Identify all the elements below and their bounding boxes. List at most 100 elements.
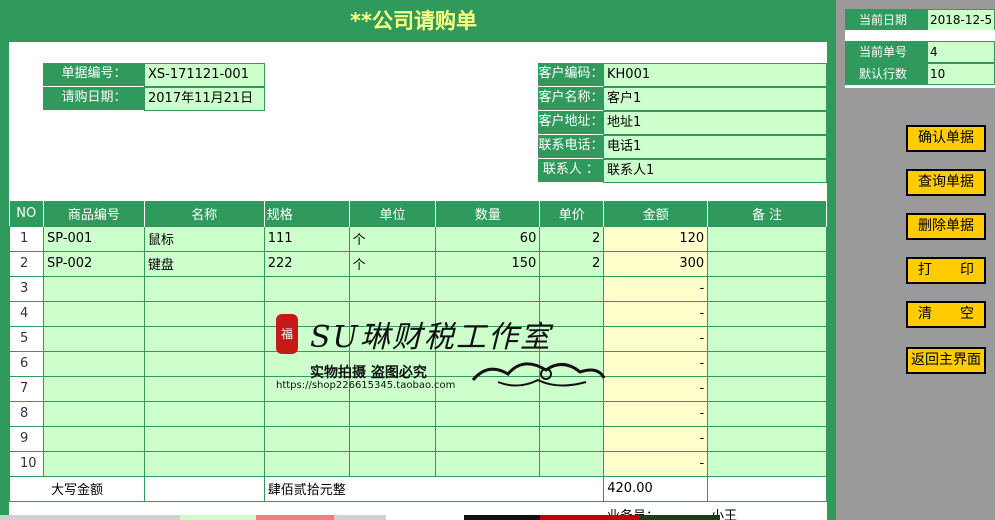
item-name-cell[interactable] bbox=[143, 375, 265, 402]
sheet-tab[interactable] bbox=[180, 515, 256, 520]
item-price-cell[interactable] bbox=[539, 425, 605, 452]
item-unit-cell[interactable] bbox=[348, 450, 437, 477]
item-code-cell[interactable] bbox=[42, 325, 145, 352]
item-spec-cell[interactable] bbox=[263, 275, 350, 302]
item-name-cell[interactable] bbox=[143, 300, 265, 327]
item-price-cell[interactable] bbox=[539, 450, 605, 477]
item-unit-cell[interactable]: 个 bbox=[348, 225, 437, 252]
back-to-main-button[interactable]: 返回主界面 bbox=[906, 347, 986, 374]
row-no-cell[interactable]: 7 bbox=[9, 375, 44, 402]
item-unit-cell[interactable] bbox=[348, 425, 437, 452]
row-no-cell[interactable]: 3 bbox=[9, 275, 44, 302]
default-rows-value[interactable]: 10 bbox=[927, 63, 995, 85]
item-remark-cell[interactable] bbox=[707, 225, 827, 252]
item-remark-cell[interactable] bbox=[707, 350, 827, 377]
item-unit-cell[interactable]: 个 bbox=[348, 250, 437, 277]
item-amount-cell[interactable]: - bbox=[603, 275, 709, 302]
item-remark-cell[interactable] bbox=[707, 300, 827, 327]
item-price-cell[interactable] bbox=[539, 275, 605, 302]
request-date-value[interactable]: 2017年11月21日 bbox=[144, 87, 265, 111]
row-no-cell[interactable]: 5 bbox=[9, 325, 44, 352]
delete-document-button[interactable]: 删除单据 bbox=[906, 213, 986, 240]
item-name-cell[interactable] bbox=[143, 450, 265, 477]
item-spec-cell[interactable] bbox=[263, 400, 350, 427]
item-spec-cell[interactable]: 111 bbox=[263, 225, 350, 252]
customer-code-value[interactable]: KH001 bbox=[603, 63, 827, 87]
current-no-value[interactable]: 4 bbox=[927, 41, 995, 63]
item-spec-cell[interactable]: 222 bbox=[263, 250, 350, 277]
item-code-cell[interactable] bbox=[42, 375, 145, 402]
sheet-tab[interactable] bbox=[640, 515, 720, 520]
item-name-cell[interactable] bbox=[143, 425, 265, 452]
sheet-tab[interactable] bbox=[464, 515, 540, 520]
panel-spacer bbox=[845, 85, 995, 88]
row-no-cell[interactable]: 10 bbox=[9, 450, 44, 477]
item-code-cell[interactable] bbox=[42, 350, 145, 377]
item-amount-cell[interactable]: - bbox=[603, 350, 709, 377]
row-no-cell[interactable]: 2 bbox=[9, 250, 44, 277]
item-code-cell[interactable] bbox=[42, 275, 145, 302]
item-amount-cell[interactable]: 120 bbox=[603, 225, 709, 252]
sheet-tab[interactable] bbox=[334, 515, 386, 520]
item-code-cell[interactable]: SP-002 bbox=[42, 250, 145, 277]
item-price-cell[interactable]: 2 bbox=[539, 225, 605, 252]
item-name-cell[interactable] bbox=[143, 325, 265, 352]
item-remark-cell[interactable] bbox=[707, 425, 827, 452]
item-remark-cell[interactable] bbox=[707, 250, 827, 277]
item-name-cell[interactable] bbox=[143, 400, 265, 427]
query-document-button[interactable]: 查询单据 bbox=[906, 169, 986, 196]
item-unit-cell[interactable] bbox=[348, 400, 437, 427]
item-amount-cell[interactable]: - bbox=[603, 400, 709, 427]
customer-phone-value[interactable]: 电话1 bbox=[603, 135, 827, 159]
confirm-document-button[interactable]: 确认单据 bbox=[906, 125, 986, 152]
sheet-tab[interactable] bbox=[256, 515, 334, 520]
row-no-cell[interactable]: 8 bbox=[9, 400, 44, 427]
watermark-script-text: SU琳财税工作室 bbox=[310, 320, 552, 355]
item-spec-cell[interactable] bbox=[263, 450, 350, 477]
item-spec-cell[interactable] bbox=[263, 425, 350, 452]
item-remark-cell[interactable] bbox=[707, 275, 827, 302]
item-price-cell[interactable] bbox=[539, 400, 605, 427]
clear-button[interactable]: 清 空 bbox=[906, 301, 986, 328]
item-qty-cell[interactable] bbox=[435, 450, 541, 477]
customer-address-value[interactable]: 地址1 bbox=[603, 111, 827, 135]
item-unit-cell[interactable] bbox=[348, 275, 437, 302]
item-code-cell[interactable] bbox=[42, 400, 145, 427]
customer-code-label: 客户编码： bbox=[538, 63, 604, 86]
item-amount-cell[interactable]: - bbox=[603, 450, 709, 477]
item-code-cell[interactable] bbox=[42, 425, 145, 452]
item-qty-cell[interactable] bbox=[435, 275, 541, 302]
item-remark-cell[interactable] bbox=[707, 325, 827, 352]
print-button[interactable]: 打 印 bbox=[906, 257, 986, 284]
sheet-tab[interactable] bbox=[0, 515, 180, 520]
row-no-cell[interactable]: 9 bbox=[9, 425, 44, 452]
item-name-cell[interactable] bbox=[143, 350, 265, 377]
item-qty-cell[interactable]: 60 bbox=[435, 225, 541, 252]
item-code-cell[interactable] bbox=[42, 450, 145, 477]
item-name-cell[interactable] bbox=[143, 275, 265, 302]
item-amount-cell[interactable]: - bbox=[603, 425, 709, 452]
doc-no-value[interactable]: XS-171121-001 bbox=[144, 63, 265, 87]
customer-contact-value[interactable]: 联系人1 bbox=[603, 159, 827, 183]
item-qty-cell[interactable]: 150 bbox=[435, 250, 541, 277]
row-no-cell[interactable]: 1 bbox=[9, 225, 44, 252]
item-qty-cell[interactable] bbox=[435, 400, 541, 427]
item-amount-cell[interactable]: 300 bbox=[603, 250, 709, 277]
item-code-cell[interactable]: SP-001 bbox=[42, 225, 145, 252]
item-remark-cell[interactable] bbox=[707, 375, 827, 402]
customer-name-value[interactable]: 客户1 bbox=[603, 87, 827, 111]
item-code-cell[interactable] bbox=[42, 300, 145, 327]
item-price-cell[interactable]: 2 bbox=[539, 250, 605, 277]
item-name-cell[interactable]: 鼠标 bbox=[143, 225, 265, 252]
item-remark-cell[interactable] bbox=[707, 400, 827, 427]
item-name-cell[interactable]: 键盘 bbox=[143, 250, 265, 277]
item-qty-cell[interactable] bbox=[435, 425, 541, 452]
current-date-value[interactable]: 2018-12-5 bbox=[927, 9, 995, 31]
item-amount-cell[interactable]: - bbox=[603, 325, 709, 352]
sheet-tab[interactable] bbox=[540, 515, 640, 520]
item-remark-cell[interactable] bbox=[707, 450, 827, 477]
row-no-cell[interactable]: 6 bbox=[9, 350, 44, 377]
row-no-cell[interactable]: 4 bbox=[9, 300, 44, 327]
item-amount-cell[interactable]: - bbox=[603, 375, 709, 402]
item-amount-cell[interactable]: - bbox=[603, 300, 709, 327]
